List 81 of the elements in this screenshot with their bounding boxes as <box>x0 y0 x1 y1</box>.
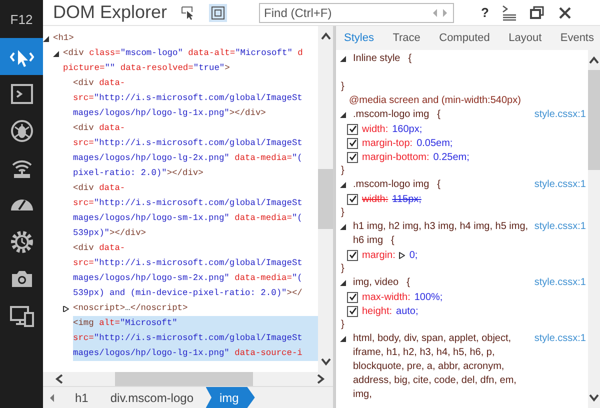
scrollbar-thumb[interactable] <box>115 372 253 386</box>
checkbox[interactable] <box>347 124 358 134</box>
breadcrumb-item[interactable]: img <box>206 386 255 408</box>
dom-node[interactable]: <div data- src="http://i.s-microsoft.com/global/ImageSt mages/logos/hp/logo-lg-1x.png"></div> <box>73 76 318 121</box>
checkbox[interactable] <box>347 138 358 148</box>
tab[interactable]: Styles <box>344 32 374 44</box>
tab[interactable]: Trace <box>392 32 420 44</box>
bug-icon <box>10 118 34 142</box>
css-property: width: <box>362 124 388 134</box>
tab[interactable]: Computed <box>439 32 490 44</box>
close-icon[interactable] <box>556 4 573 20</box>
breadcrumb-item[interactable]: h1 <box>65 386 100 408</box>
expander-icon[interactable] <box>340 280 346 286</box>
expander-icon[interactable] <box>63 306 69 312</box>
expander-icon[interactable] <box>53 50 59 56</box>
css-property: margin: <box>362 250 396 260</box>
dom-node[interactable]: <div data- src="http://i.s-microsoft.com/global/ImageSt mages/logos/hp/logo-sm-1x.png" data-media="( 539px)"></div> <box>73 181 318 241</box>
closing-brace: } <box>340 262 344 276</box>
css-property: width: <box>362 194 388 204</box>
scrollbar-thumb[interactable] <box>318 169 333 229</box>
closing-brace: } <box>340 206 344 220</box>
dom-node[interactable]: <div class="mscom-logo" data-alt="Microsoft" d picture="" data-resolved="true"> <box>63 46 318 76</box>
gauge-icon <box>10 198 34 210</box>
dom-node[interactable]: <noscript>…</noscript> <box>73 301 318 316</box>
scroll-up-icon[interactable] <box>589 56 599 64</box>
css-value: auto; <box>396 306 418 316</box>
console-icon <box>10 82 34 106</box>
expander-icon[interactable] <box>340 182 346 188</box>
scroll-down-icon[interactable] <box>589 394 599 402</box>
gear-clock-icon <box>10 230 34 254</box>
expander-icon[interactable] <box>340 336 346 342</box>
tool-tab[interactable] <box>0 38 43 75</box>
css-property: max-width: <box>362 292 410 302</box>
css-selector: Inline style { <box>353 52 413 66</box>
css-value: 100%; <box>414 292 443 302</box>
css-property: margin-bottom: <box>362 152 430 162</box>
help-button[interactable]: ? <box>481 5 489 20</box>
css-selector: img, video { <box>353 276 411 290</box>
scroll-down-icon[interactable] <box>320 358 330 366</box>
css-value: 0; <box>409 250 418 260</box>
scrollbar-thumb[interactable] <box>588 70 600 170</box>
closing-brace: } <box>340 80 344 94</box>
closing-brace: } <box>340 318 344 332</box>
css-selector: h1 img, h2 img, h3 img, h4 img, h5 img, h6 img { <box>353 220 530 248</box>
scroll-up-icon[interactable] <box>320 32 330 40</box>
monitor-phone-icon <box>10 304 34 328</box>
scroll-left-icon[interactable] <box>49 394 55 402</box>
checkbox[interactable] <box>347 250 358 260</box>
f12-label: F12 <box>9 10 34 28</box>
css-value: 160px; <box>392 124 422 134</box>
checkbox[interactable] <box>347 306 358 316</box>
breadcrumb-item[interactable]: div.mscom-logo <box>100 386 206 408</box>
scroll-right-icon[interactable] <box>317 374 325 384</box>
tab[interactable]: Events <box>560 32 594 44</box>
tab[interactable]: Layout <box>508 32 542 44</box>
checkbox[interactable] <box>347 292 358 302</box>
expander-icon[interactable] <box>43 36 49 42</box>
dom-node[interactable]: <div data- src="http://i.s-microsoft.com/global/ImageSt mages/logos/hp/logo-lg-2x.png" data-media="( pixel-ratio: 2.0)"></div> <box>73 121 318 181</box>
css-property: margin-top: <box>362 138 413 148</box>
checkbox[interactable] <box>347 194 358 204</box>
dock-icon[interactable] <box>500 4 517 20</box>
media-query: @media screen and (min-width:540px) <box>348 94 521 108</box>
dom-node[interactable]: <div data- src="http://i.s-microsoft.com/global/ImageSt mages/logos/hp/logo-sm-2x.png" data-media="( 539px) and (min-device-pixel-ratio: 2.0)"></ <box>73 241 318 301</box>
expander-icon[interactable] <box>340 56 346 62</box>
closing-brace: } <box>340 164 344 178</box>
dom-node[interactable]: <h1> <box>53 31 318 46</box>
highlight-button[interactable] <box>209 4 228 22</box>
restore-icon[interactable] <box>528 4 545 20</box>
css-selector: html, body, div, span, applet, object, iframe, h1, h2, h3, h4, h5, h6, p, blockquote, pre, a, abbr, acronym, address, big, cite, code, del, dfn, em, img, <box>353 332 518 402</box>
css-value: 0.25em; <box>433 152 470 162</box>
css-value: 0.05em; <box>416 138 453 148</box>
expander-icon[interactable] <box>340 112 346 118</box>
expander-icon[interactable] <box>340 224 346 230</box>
css-property: height: <box>362 306 392 316</box>
dom-node[interactable]: <img alt="Microsoft" src="http://i.s-microsoft.com/global/ImageSt mages/logos/hp/logo-lg-1x.png" data-source-i <box>73 316 318 361</box>
css-selector: .mscom-logo img { <box>353 108 442 122</box>
panel-title: DOM Explorer <box>53 2 168 23</box>
css-value: 115px; <box>392 194 422 204</box>
checkbox[interactable] <box>347 152 358 162</box>
expand-icon[interactable] <box>399 252 406 258</box>
css-selector: .mscom-logo img { <box>353 178 442 192</box>
